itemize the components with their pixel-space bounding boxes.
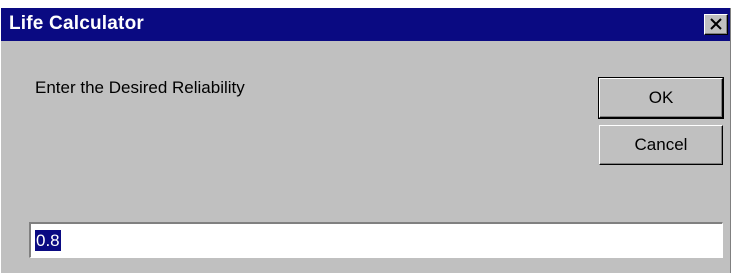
reliability-input-value: 0.8 (35, 230, 61, 251)
cancel-button[interactable]: Cancel (599, 125, 723, 165)
reliability-input[interactable]: 0.8 (29, 222, 723, 258)
close-icon (710, 18, 722, 30)
window-title: Life Calculator (9, 13, 144, 34)
prompt-label: Enter the Desired Reliability (35, 78, 245, 97)
ok-button[interactable]: OK (598, 77, 724, 119)
close-button[interactable] (704, 14, 728, 35)
title-bar: Life Calculator (1, 8, 730, 41)
life-calculator-dialog: Life Calculator Enter the Desired Reliab… (0, 8, 731, 273)
